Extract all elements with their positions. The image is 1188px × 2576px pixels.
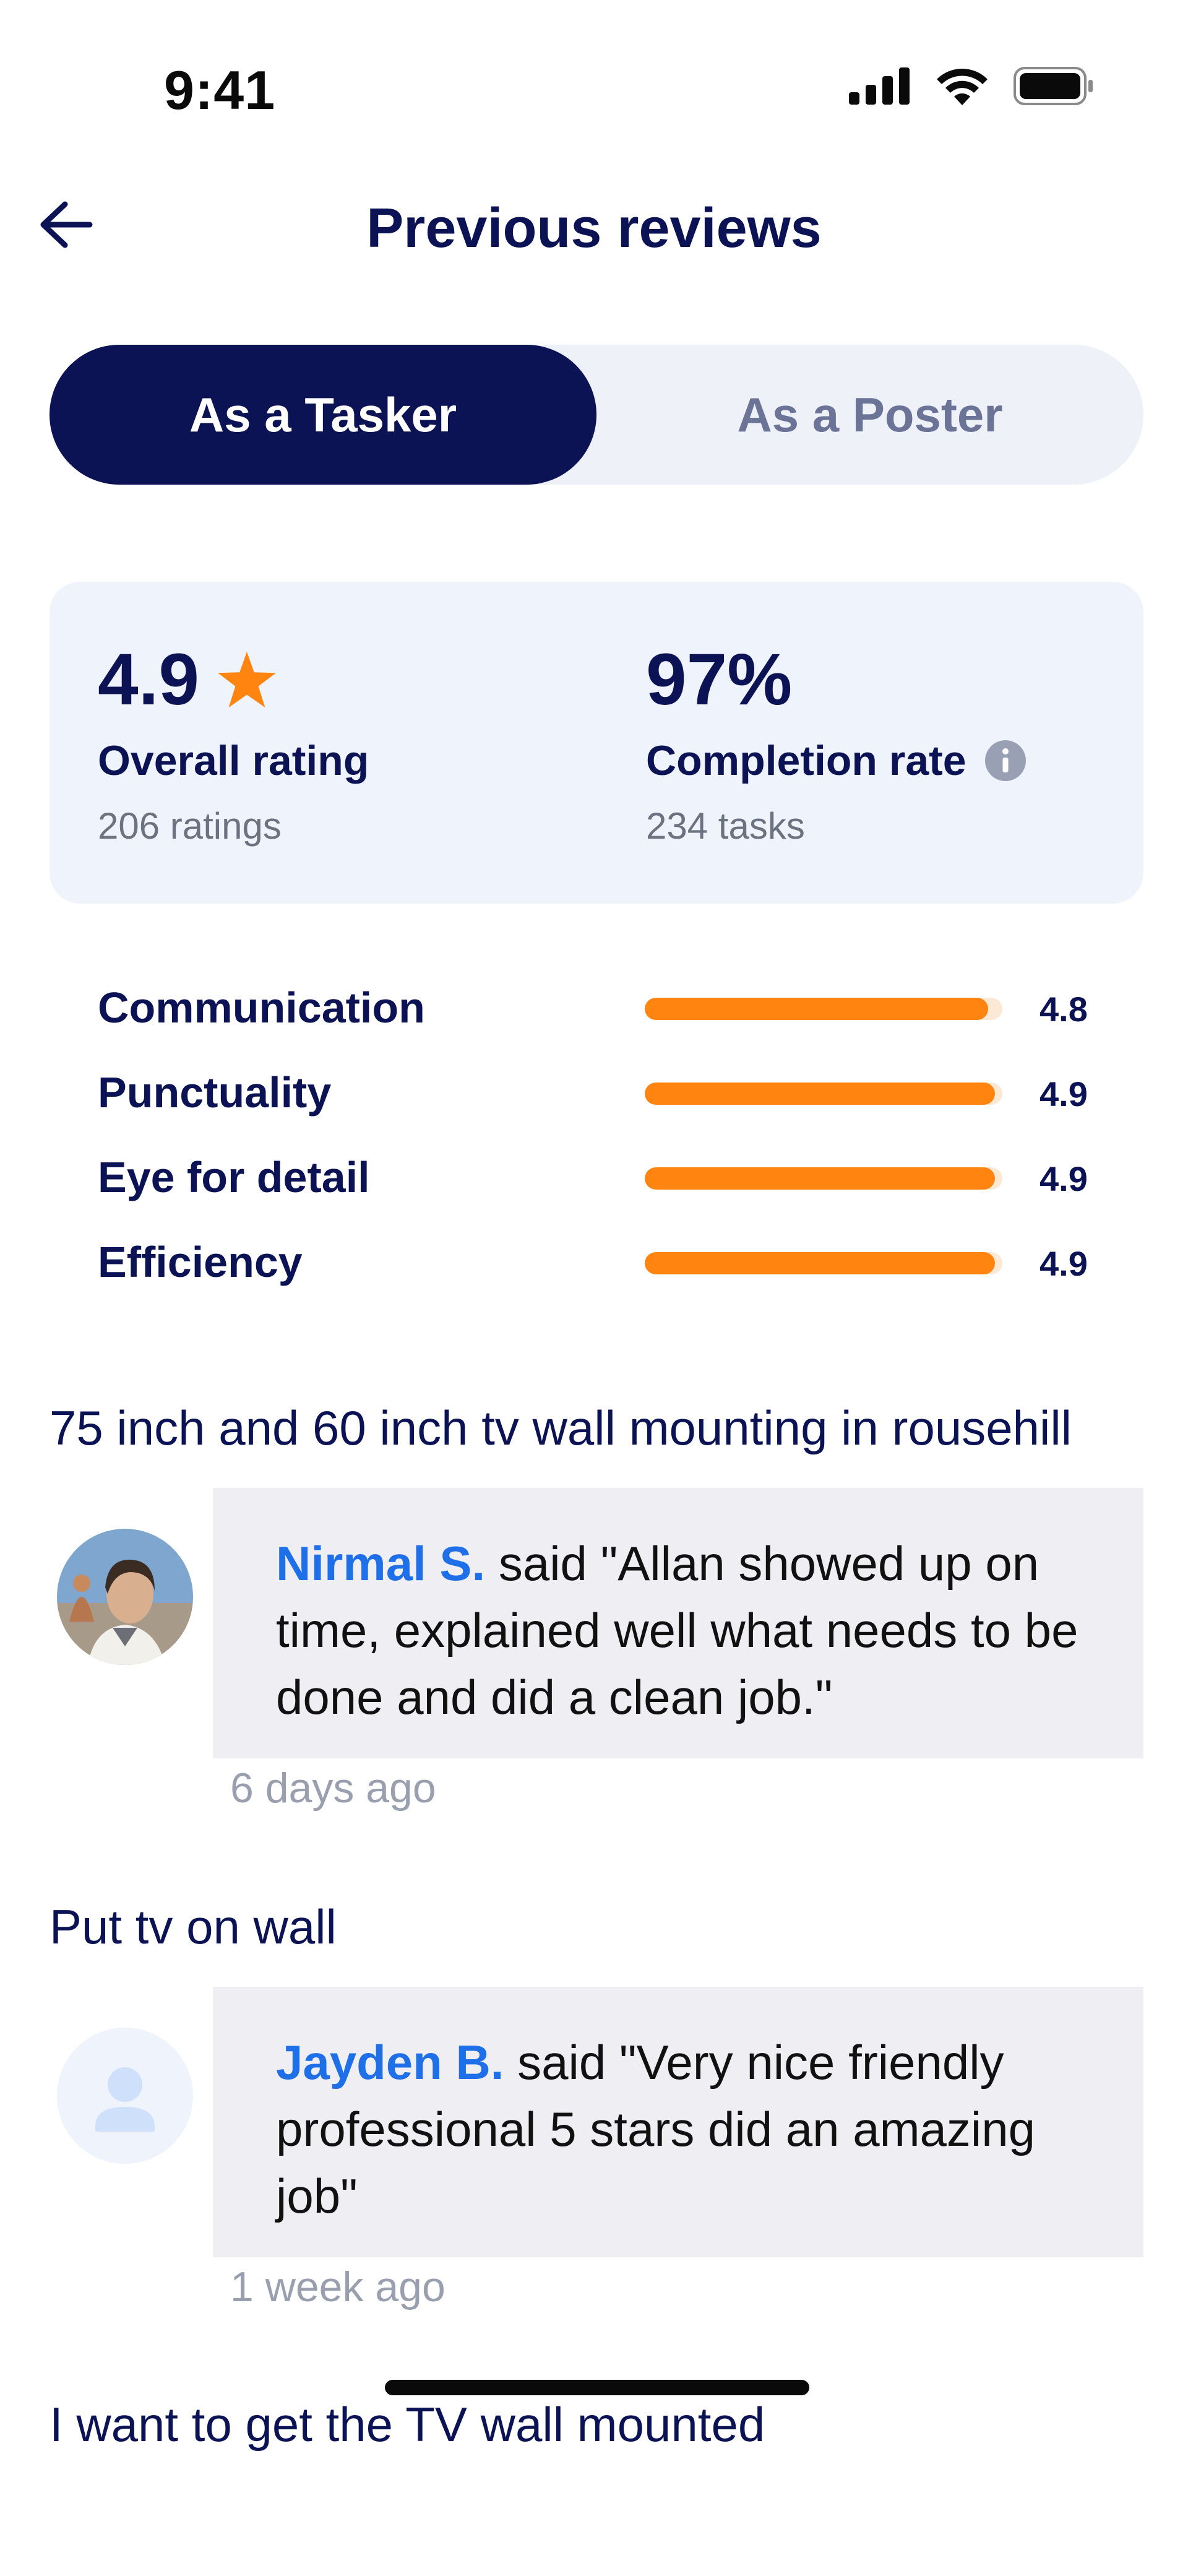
review-task-title[interactable]: Put tv on wall [50, 1899, 337, 1955]
rating-value-efficiency: 4.9 [1040, 1244, 1088, 1283]
rating-bar-eye-for-detail [645, 1167, 1002, 1190]
review-time-ago: 1 week ago [230, 2263, 446, 2310]
home-indicator[interactable] [385, 2380, 809, 2395]
info-icon[interactable] [984, 740, 1026, 781]
reviewer-name[interactable]: Jayden B. [276, 2035, 504, 2090]
rating-label-communication: Communication [98, 983, 425, 1032]
rating-fill [645, 1167, 996, 1190]
rating-value-eye-for-detail: 4.9 [1040, 1159, 1088, 1198]
reviewer-name[interactable]: Nirmal S. [276, 1536, 485, 1591]
rating-bar-communication [645, 998, 1002, 1020]
signal-icon [849, 67, 910, 105]
review-task-title[interactable]: I want to get the TV wall mounted [50, 2397, 765, 2453]
rating-fill [645, 998, 988, 1020]
tab-switcher: As a Tasker As a Poster [50, 345, 1143, 485]
status-time: 9:41 [164, 59, 276, 121]
rating-bar-punctuality [645, 1083, 1002, 1105]
user-placeholder-icon [95, 2067, 155, 2132]
rating-fill [645, 1252, 996, 1274]
rating-fill [645, 1083, 996, 1105]
review-task-title[interactable]: 75 inch and 60 inch tv wall mounting in … [50, 1400, 1072, 1456]
reviewer-avatar[interactable] [57, 2028, 193, 2164]
star-icon [218, 651, 277, 708]
reviewer-avatar[interactable] [57, 1529, 193, 1665]
avatar-photo [57, 1529, 193, 1665]
rating-label-eye-for-detail: Eye for detail [98, 1153, 370, 1201]
ratings-count: 206 ratings [98, 805, 282, 847]
tasks-count: 234 tasks [646, 805, 805, 847]
rating-value-communication: 4.8 [1040, 990, 1088, 1029]
status-icons [849, 67, 1094, 105]
rating-label-punctuality: Punctuality [98, 1068, 332, 1117]
completion-rate-label: Completion rate [646, 737, 966, 784]
battery-icon [1014, 67, 1093, 105]
completion-rate-value: 97% [646, 639, 793, 720]
tab-as-tasker[interactable]: As a Tasker [50, 345, 596, 485]
review-bubble: Jayden B. said "Very nice friendly profe… [213, 1987, 1143, 2257]
page-title: Previous reviews [366, 197, 822, 259]
rating-bar-efficiency [645, 1252, 1002, 1274]
overall-rating-label: Overall rating [98, 737, 369, 784]
rating-label-efficiency: Efficiency [98, 1238, 303, 1286]
summary-card: 4.9 Overall rating 206 ratings 97% Compl… [50, 582, 1143, 904]
wifi-icon [937, 69, 988, 105]
tab-as-poster[interactable]: As a Poster [596, 345, 1143, 485]
review-time-ago: 6 days ago [230, 1765, 436, 1812]
overall-rating-value: 4.9 [98, 639, 200, 720]
review-bubble: Nirmal S. said "Allan showed up on time,… [213, 1488, 1143, 1758]
rating-value-punctuality: 4.9 [1040, 1074, 1088, 1113]
